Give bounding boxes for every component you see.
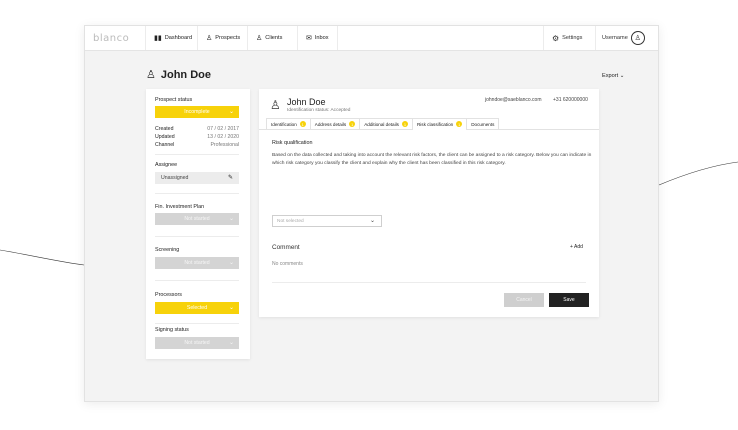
screening-select[interactable]: Not started ⌄ — [155, 257, 239, 269]
export-button[interactable]: Export ⌄ — [602, 73, 624, 79]
warning-badge: 1 — [401, 121, 408, 127]
chevron-down-icon: ⌄ — [228, 260, 234, 266]
screening-label: Screening — [155, 247, 180, 253]
top-nav: blanco ▮▮ Dashboard ♙ Prospects ♙ Client… — [85, 26, 658, 51]
user-icon: ♙ — [270, 98, 281, 112]
users-icon: ♙ — [256, 35, 263, 42]
divider — [155, 193, 239, 194]
assignee-field[interactable]: Unassigned ✎ — [155, 172, 239, 184]
pencil-icon: ✎ — [227, 175, 233, 181]
warning-badge: 1 — [456, 121, 463, 127]
chevron-down-icon: ⌄ — [228, 109, 234, 115]
assignee-label: Assignee — [155, 162, 178, 168]
tab-bar: Identification 1 Address details 1 Addit… — [266, 118, 500, 130]
chevron-down-icon: ⌄ — [228, 340, 234, 346]
comment-title: Comment — [272, 244, 300, 251]
client-panel: ♙ John Doe Identification status: Accept… — [259, 89, 599, 317]
divider — [155, 236, 239, 237]
tab-risk-classification[interactable]: Risk classification 1 — [411, 118, 468, 130]
identification-status: Identification status: Accepted — [287, 108, 351, 113]
cancel-button[interactable]: Cancel — [504, 293, 544, 307]
nav-item-dashboard[interactable]: ▮▮ Dashboard — [145, 26, 200, 50]
app-window: blanco ▮▮ Dashboard ♙ Prospects ♙ Client… — [84, 25, 659, 402]
gear-icon: ⚙ — [552, 33, 560, 43]
nav-item-clients[interactable]: ♙ Clients — [247, 26, 290, 50]
updated-row: Updated 13 / 02 / 2020 — [155, 134, 239, 140]
page-title: ♙ John Doe — [146, 68, 211, 82]
settings-button[interactable]: ⚙ Settings — [543, 26, 590, 50]
bar-chart-icon: ▮▮ — [154, 35, 162, 42]
client-name: John Doe — [287, 97, 326, 107]
created-row: Created 07 / 02 / 2017 — [155, 126, 239, 132]
risk-description: Based on the data collected and taking i… — [272, 153, 592, 166]
warning-badge: 1 — [299, 121, 306, 127]
prospect-status-label: Prospect status — [155, 97, 193, 103]
nav-item-inbox[interactable]: ✉ Inbox — [297, 26, 338, 50]
divider — [155, 280, 239, 281]
save-button[interactable]: Save — [549, 293, 589, 307]
stage: blanco ▮▮ Dashboard ♙ Prospects ♙ Client… — [0, 0, 738, 430]
fin-plan-label: Fin. Investment Plan — [155, 204, 205, 210]
risk-category-select[interactable]: Not selected ⌄ — [272, 215, 382, 227]
processors-label: Processors — [155, 292, 182, 298]
client-email[interactable]: johndoe@saeblanco.com — [485, 97, 542, 103]
client-phone: +31 620000000 — [553, 97, 588, 103]
tab-additional-details[interactable]: Additional details 1 — [359, 118, 413, 129]
add-comment-button[interactable]: + Add — [570, 244, 583, 250]
risk-qualification-title: Risk qualification — [272, 140, 313, 146]
processors-select[interactable]: Selected ⌄ — [155, 302, 239, 314]
user-icon: ♙ — [206, 35, 213, 42]
chevron-down-icon: ⌄ — [369, 218, 375, 224]
fin-plan-select[interactable]: Not started ⌄ — [155, 213, 239, 225]
chevron-down-icon: ⌄ — [228, 305, 234, 311]
no-comments-text: No comments — [272, 261, 303, 267]
mail-icon: ✉ — [306, 35, 312, 42]
tab-documents[interactable]: Documents — [466, 118, 500, 129]
prospect-status-select[interactable]: Incomplete ⌄ — [155, 106, 239, 118]
nav-item-prospects[interactable]: ♙ Prospects — [197, 26, 248, 50]
user-menu[interactable]: Username ♙ — [595, 26, 651, 50]
warning-badge: 1 — [349, 121, 356, 127]
chevron-down-icon: ⌄ — [228, 216, 234, 222]
tab-identification[interactable]: Identification 1 — [266, 118, 311, 129]
divider — [272, 282, 586, 283]
channel-row: Channel Professional — [155, 142, 239, 148]
signing-status-select[interactable]: Not started ⌄ — [155, 337, 239, 349]
chevron-down-icon: ⌄ — [619, 73, 625, 79]
avatar-icon: ♙ — [630, 31, 645, 45]
divider — [155, 323, 239, 324]
status-sidebar: Prospect status Incomplete ⌄ Created 07 … — [146, 89, 250, 359]
signing-status-label: Signing status — [155, 327, 189, 333]
divider — [155, 154, 239, 155]
logo: blanco — [93, 33, 130, 44]
user-icon: ♙ — [146, 69, 156, 81]
tab-address-details[interactable]: Address details 1 — [309, 118, 361, 129]
